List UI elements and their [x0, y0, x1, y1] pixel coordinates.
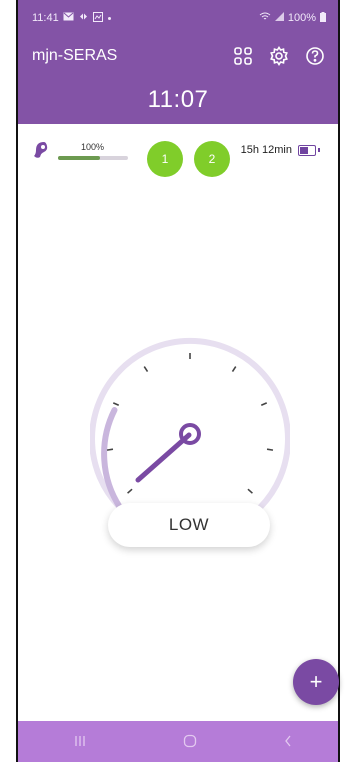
program-1-label: 1: [161, 152, 169, 166]
mode-button[interactable]: LOW: [108, 503, 270, 547]
device-battery-tip: [318, 148, 320, 152]
mail-icon: [63, 12, 74, 24]
help-icon[interactable]: [304, 45, 326, 67]
device-status-row: 100% 1 2 15h 12min: [18, 136, 338, 177]
dial-tick: [260, 402, 268, 407]
home-icon[interactable]: [180, 733, 200, 749]
recents-icon[interactable]: [70, 733, 90, 749]
hearing-aid-icon[interactable]: [32, 140, 50, 160]
gallery-icon: [92, 11, 103, 25]
program-2-label: 2: [208, 152, 216, 166]
program-button-1[interactable]: 1: [147, 141, 183, 177]
app-screen: 11:41 100% mjn-SERAS 11:07 100% 1 2 15h …: [18, 0, 339, 762]
grid-icon[interactable]: [232, 45, 254, 67]
dial-tick: [127, 488, 133, 494]
app-header: 11:41 100% mjn-SERAS 11:07: [18, 0, 338, 124]
device-battery-icon: [298, 145, 316, 156]
status-battery-icon: [320, 11, 326, 25]
mode-label: LOW: [168, 515, 210, 534]
status-bar: 11:41 100%: [32, 10, 326, 26]
clock-display: 11:07: [147, 86, 209, 113]
status-battery-text: 100%: [287, 12, 316, 24]
volume-bar[interactable]: [58, 156, 128, 160]
dial-needle: [135, 432, 192, 483]
dial-tick: [266, 448, 274, 451]
gear-icon[interactable]: [268, 45, 290, 67]
add-button-label: +: [309, 669, 323, 694]
dial-tick: [106, 448, 114, 451]
volume-percent: 100%: [81, 142, 105, 152]
status-time: 11:41: [32, 12, 59, 24]
signal-icon: [274, 12, 284, 24]
screenshot-border-right: [338, 0, 340, 762]
dial-tick: [231, 366, 237, 373]
battery-time: 15h 12min: [240, 144, 292, 156]
toolbar: [232, 45, 326, 67]
system-nav-bar: [18, 721, 338, 762]
app-title: mjn-SERAS: [32, 47, 118, 64]
dial-tick: [112, 402, 120, 407]
wifi-icon: [259, 12, 271, 24]
back-icon[interactable]: [278, 733, 298, 749]
dial-tick: [247, 488, 253, 494]
add-button[interactable]: +: [293, 659, 339, 705]
program-button-2[interactable]: 2: [194, 141, 230, 177]
volume-bar-fill: [58, 156, 100, 160]
dial-tick: [143, 366, 149, 373]
link-icon: [78, 12, 89, 24]
dot-icon: [107, 12, 112, 24]
